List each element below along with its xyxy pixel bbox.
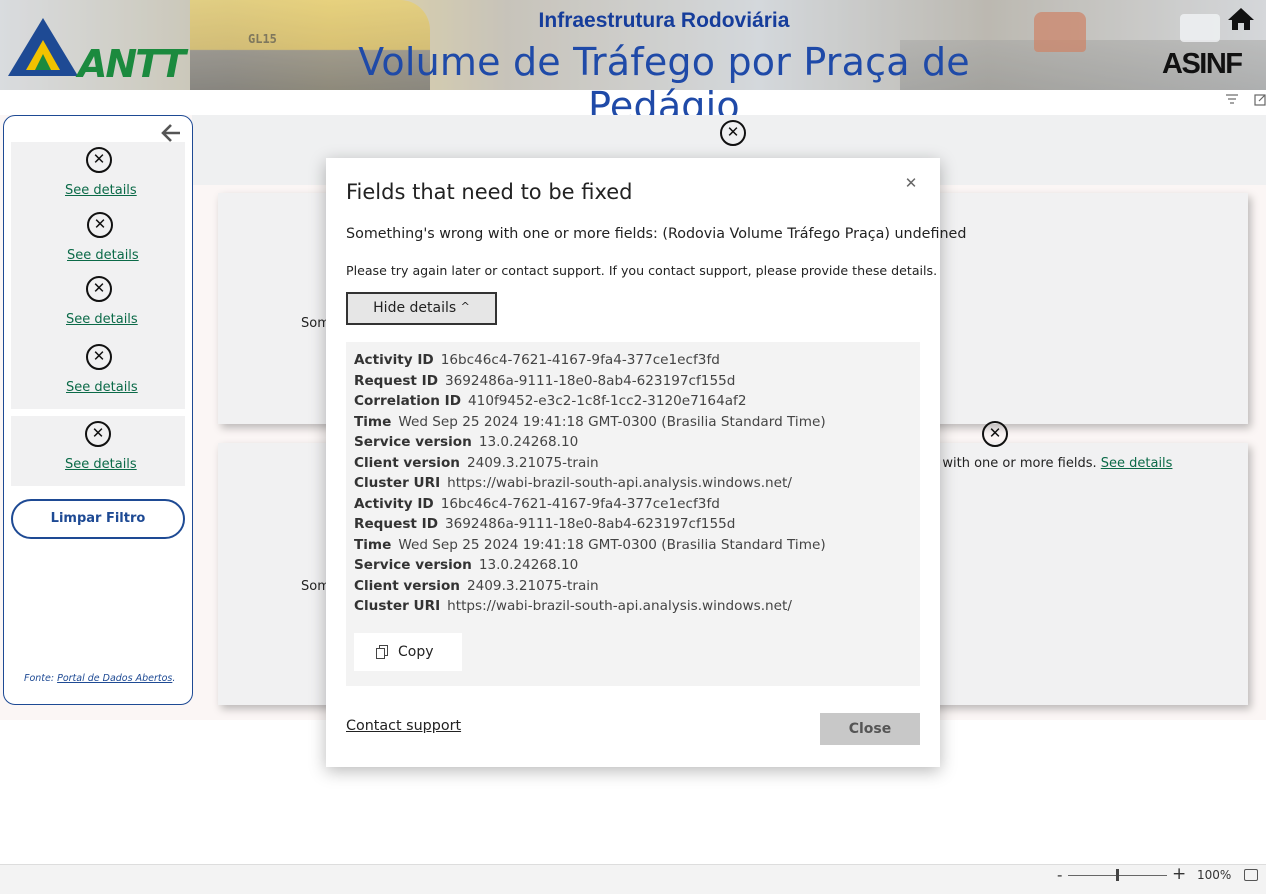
slicer-error-icon: ✕	[85, 421, 111, 447]
detail-label: Correlation ID	[354, 393, 462, 409]
detail-row: Request ID 3692486a-9111-18e0-8ab4-623197…	[354, 516, 735, 532]
detail-value: Wed Sep 25 2024 19:41:18 GMT-0300 (Brasi…	[398, 414, 826, 430]
slicer-error-icon: ✕	[86, 344, 112, 370]
visual-error-message: g with one or more fields. See details	[930, 456, 1172, 471]
detail-row: Cluster URI https://wabi-brazil-south-api…	[354, 475, 792, 491]
error-dialog: Fields that need to be fixed ✕ Something…	[326, 158, 966, 767]
detail-row: Time Wed Sep 25 2024 19:41:18 GMT-0300 (B…	[354, 537, 826, 553]
see-details-link[interactable]: See details	[65, 183, 137, 198]
detail-label: Client version	[354, 455, 460, 471]
clear-filter-button[interactable]: Limpar Filtro	[11, 499, 185, 539]
detail-value: 13.0.24268.10	[478, 557, 579, 573]
asinf-logo: ASINF	[1162, 48, 1243, 80]
detail-row: Activity ID 16bc46c4-7621-4167-9fa4-377ce…	[354, 496, 720, 512]
source-suffix: .	[172, 673, 176, 684]
see-details-link[interactable]: See details	[65, 457, 137, 472]
detail-value: Wed Sep 25 2024 19:41:18 GMT-0300 (Brasi…	[398, 537, 826, 553]
detail-label: Cluster URI	[354, 475, 441, 491]
detail-label: Request ID	[354, 516, 438, 532]
detail-row: Client version 2409.3.21075-train	[354, 455, 599, 471]
detail-row: Time Wed Sep 25 2024 19:41:18 GMT-0300 (B…	[354, 414, 826, 430]
close-icon[interactable]: ✕	[904, 176, 918, 191]
visual-error-icon: ✕	[982, 421, 1008, 447]
chevron-up-icon: ^	[460, 300, 470, 313]
detail-value: 2409.3.21075-train	[466, 455, 599, 471]
see-details-link[interactable]: See details	[1101, 456, 1173, 471]
detail-value: https://wabi-brazil-south-api.analysis.w…	[447, 475, 792, 491]
detail-row: Activity ID 16bc46c4-7621-4167-9fa4-377ce…	[354, 352, 720, 368]
antt-logo: ANTT	[8, 18, 190, 86]
error-details-panel: Activity ID 16bc46c4-7621-4167-9fa4-377ce…	[346, 342, 920, 686]
detail-row: Cluster URI https://wabi-brazil-south-api…	[354, 598, 792, 614]
report-page: GL15 ANTT Infraestrutura Rodoviária Volu…	[0, 0, 1266, 894]
slicer-error-icon: ✕	[86, 147, 112, 173]
detail-value: 16bc46c4-7621-4167-9fa4-377ce1ecf3fd	[440, 352, 720, 368]
see-details-link[interactable]: See details	[66, 312, 138, 327]
hide-details-label: Hide details	[373, 300, 457, 316]
see-details-link[interactable]: See details	[67, 248, 139, 263]
antt-triangle-icon	[8, 18, 78, 76]
data-source-note: Fonte: Portal de Dados Abertos.	[24, 673, 175, 684]
dialog-title: Fields that need to be fixed	[346, 180, 633, 204]
copy-label: Copy	[398, 644, 434, 660]
detail-value: 3692486a-9111-18e0-8ab4-623197cf155d	[444, 516, 736, 532]
source-link[interactable]: Portal de Dados Abertos	[57, 673, 172, 684]
zoom-slider-thumb[interactable]	[1116, 869, 1119, 881]
detail-label: Client version	[354, 578, 460, 594]
copy-button[interactable]: Copy	[354, 633, 462, 671]
detail-label: Time	[354, 537, 392, 553]
close-button[interactable]: Close	[820, 713, 920, 745]
detail-value: 2409.3.21075-train	[466, 578, 599, 594]
slicer-error-icon: ✕	[87, 212, 113, 238]
detail-label: Service version	[354, 434, 472, 450]
detail-label: Request ID	[354, 373, 438, 389]
source-prefix: Fonte:	[24, 673, 58, 684]
detail-label: Time	[354, 414, 392, 430]
zoom-level: 100%	[1197, 868, 1232, 882]
detail-value: https://wabi-brazil-south-api.analysis.w…	[447, 598, 792, 614]
hide-details-button[interactable]: Hide details ^	[346, 292, 497, 325]
detail-label: Activity ID	[354, 496, 434, 512]
detail-value: 410f9452-e3c2-1c8f-1cc2-3120e7164af2	[468, 393, 747, 409]
antt-logo-text: ANTT	[78, 42, 186, 86]
dialog-support-message: Please try again later or contact suppor…	[346, 263, 938, 278]
zoom-in-button[interactable]: +	[1172, 864, 1186, 884]
focus-mode-icon[interactable]	[1251, 93, 1266, 111]
see-details-link[interactable]: See details	[66, 380, 138, 395]
header-subtitle: Infraestrutura Rodoviária	[538, 9, 790, 32]
detail-row: Service version 13.0.24268.10	[354, 557, 578, 573]
dialog-message: Something's wrong with one or more field…	[346, 226, 967, 242]
detail-row: Client version 2409.3.21075-train	[354, 578, 599, 594]
slicer-error-icon: ✕	[86, 276, 112, 302]
detail-row: Service version 13.0.24268.10	[354, 434, 578, 450]
contact-support-link[interactable]: Contact support	[346, 718, 461, 734]
detail-value: 13.0.24268.10	[478, 434, 579, 450]
status-bar	[0, 864, 1266, 894]
visual-error-text: g with one or more fields.	[930, 456, 1101, 471]
detail-value: 3692486a-9111-18e0-8ab4-623197cf155d	[444, 373, 736, 389]
detail-value: 16bc46c4-7621-4167-9fa4-377ce1ecf3fd	[440, 496, 720, 512]
copy-icon	[376, 633, 388, 671]
detail-row: Correlation ID 410f9452-e3c2-1c8f-1cc2-31…	[354, 393, 747, 409]
zoom-out-button[interactable]: -	[1057, 866, 1062, 884]
detail-label: Cluster URI	[354, 598, 441, 614]
detail-label: Service version	[354, 557, 472, 573]
home-icon[interactable]	[1227, 6, 1255, 32]
filter-icon[interactable]	[1223, 93, 1241, 111]
fit-to-page-icon[interactable]	[1244, 869, 1258, 881]
detail-label: Activity ID	[354, 352, 434, 368]
detail-row: Request ID 3692486a-9111-18e0-8ab4-623197…	[354, 373, 735, 389]
visual-error-icon: ✕	[720, 120, 746, 146]
